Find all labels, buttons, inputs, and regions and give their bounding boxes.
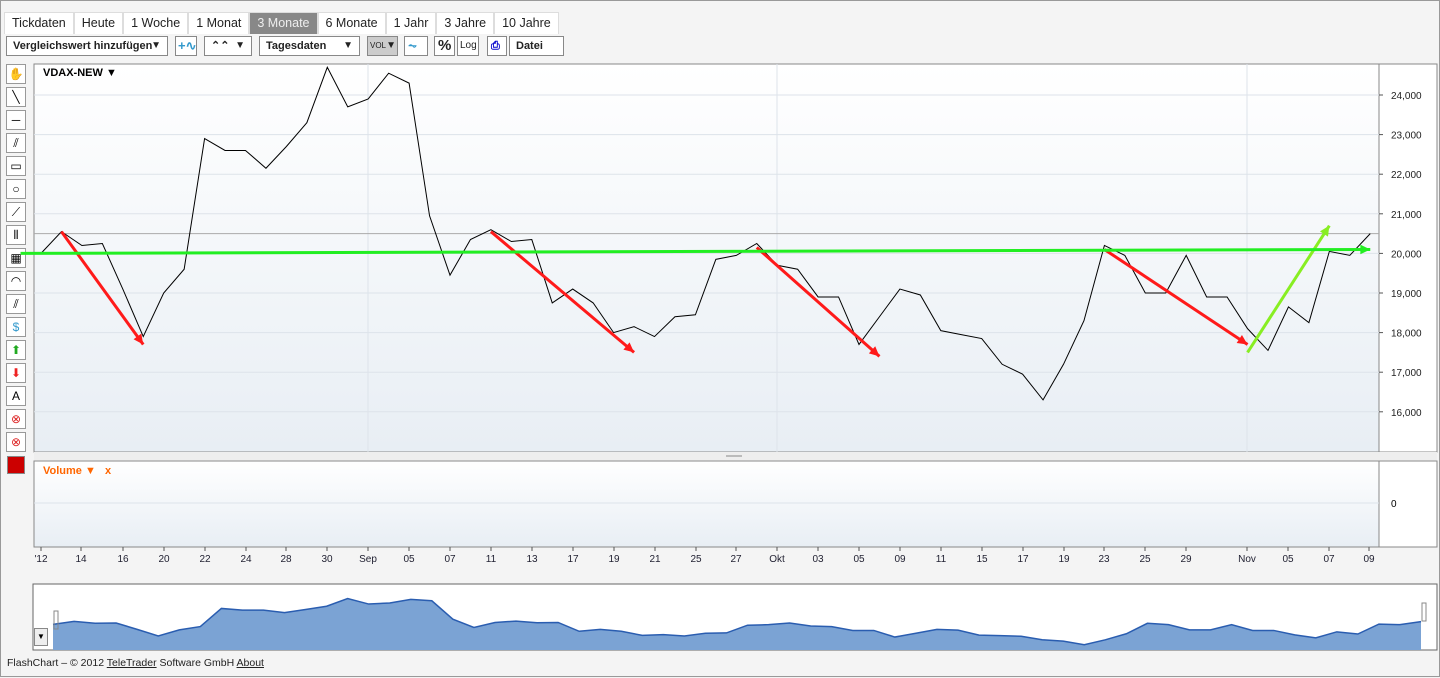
x-tick-label: 19 [608, 554, 620, 565]
y-tick-label: 24,000 [1391, 91, 1422, 102]
x-tick-label: 24 [240, 554, 252, 565]
x-tick-label: 05 [1282, 554, 1294, 565]
y-tick-label: 21,000 [1391, 210, 1422, 221]
caret-down-icon: ▼ [105, 67, 117, 79]
x-tick-label: Okt [769, 554, 785, 565]
x-tick-label: 23 [1098, 554, 1110, 565]
x-tick-label: 07 [1323, 554, 1335, 565]
volume-tick-label: 0 [1391, 499, 1397, 510]
y-tick-label: 17,000 [1391, 368, 1422, 379]
chart-area: 16,000 17,000 18,000 19,000 20,000 21,000 22,0… [20, 63, 1438, 651]
x-tick-label: 09 [894, 554, 906, 565]
x-tick-label: 25 [1139, 554, 1151, 565]
y-tick-label: 22,000 [1391, 170, 1422, 181]
volume-axis [1378, 460, 1438, 548]
x-tick-label: Nov [1238, 554, 1256, 565]
instrument-title: VDAX-NEW [43, 67, 103, 79]
x-tick-label: 15 [976, 554, 988, 565]
x-tick-label: '12 [34, 554, 47, 565]
navigator-menu-button[interactable]: ▼ [34, 628, 48, 646]
instrument-selector[interactable]: VDAX-NEW ▼ [43, 67, 117, 79]
x-tick-label: 17 [567, 554, 579, 565]
x-tick-label: 11 [936, 554, 947, 565]
volume-title[interactable]: Volume [43, 465, 82, 477]
y-tick-label: 20,000 [1391, 249, 1422, 260]
y-tick-label: 23,000 [1391, 131, 1422, 142]
x-tick-label: 22 [199, 554, 211, 565]
x-tick-label: 28 [280, 554, 292, 565]
x-tick-label: 13 [526, 554, 538, 565]
about-link[interactable]: About [237, 657, 264, 669]
footer: FlashChart – © 2012 TeleTrader Software … [7, 657, 264, 669]
x-tick-label: 17 [1017, 554, 1029, 565]
x-tick-label: 14 [75, 554, 87, 565]
x-tick-label: 05 [403, 554, 415, 565]
y-tick-label: 19,000 [1391, 289, 1422, 300]
x-tick-label: 29 [1180, 554, 1192, 565]
volume-close-button[interactable]: x [105, 465, 111, 477]
x-tick-label: 07 [444, 554, 456, 565]
x-tick-label: 30 [321, 554, 333, 565]
company-text: Software GmbH [156, 657, 237, 669]
copyright-text: FlashChart – © 2012 [7, 657, 107, 669]
caret-down-icon[interactable]: ▼ [85, 465, 96, 477]
x-tick-label: 11 [486, 554, 497, 565]
x-tick-label: 05 [853, 554, 865, 565]
volume-header: Volume ▼ x [43, 465, 111, 477]
caret-down-icon: ▼ [37, 632, 45, 641]
x-tick-label: 19 [1058, 554, 1070, 565]
teletrader-link[interactable]: TeleTrader [107, 657, 157, 669]
y-tick-label: 18,000 [1391, 329, 1422, 340]
x-tick-label: 25 [690, 554, 702, 565]
x-tick-label: 21 [649, 554, 661, 565]
x-tick-label: 03 [812, 554, 824, 565]
price-panel [33, 63, 1380, 453]
x-tick-label: 27 [730, 554, 742, 565]
x-tick-label: Sep [359, 554, 377, 565]
y-tick-label: 16,000 [1391, 408, 1422, 419]
volume-panel [33, 460, 1380, 548]
x-tick-label: 20 [158, 554, 170, 565]
x-tick-label: 09 [1363, 554, 1375, 565]
x-tick-label: 16 [117, 554, 129, 565]
